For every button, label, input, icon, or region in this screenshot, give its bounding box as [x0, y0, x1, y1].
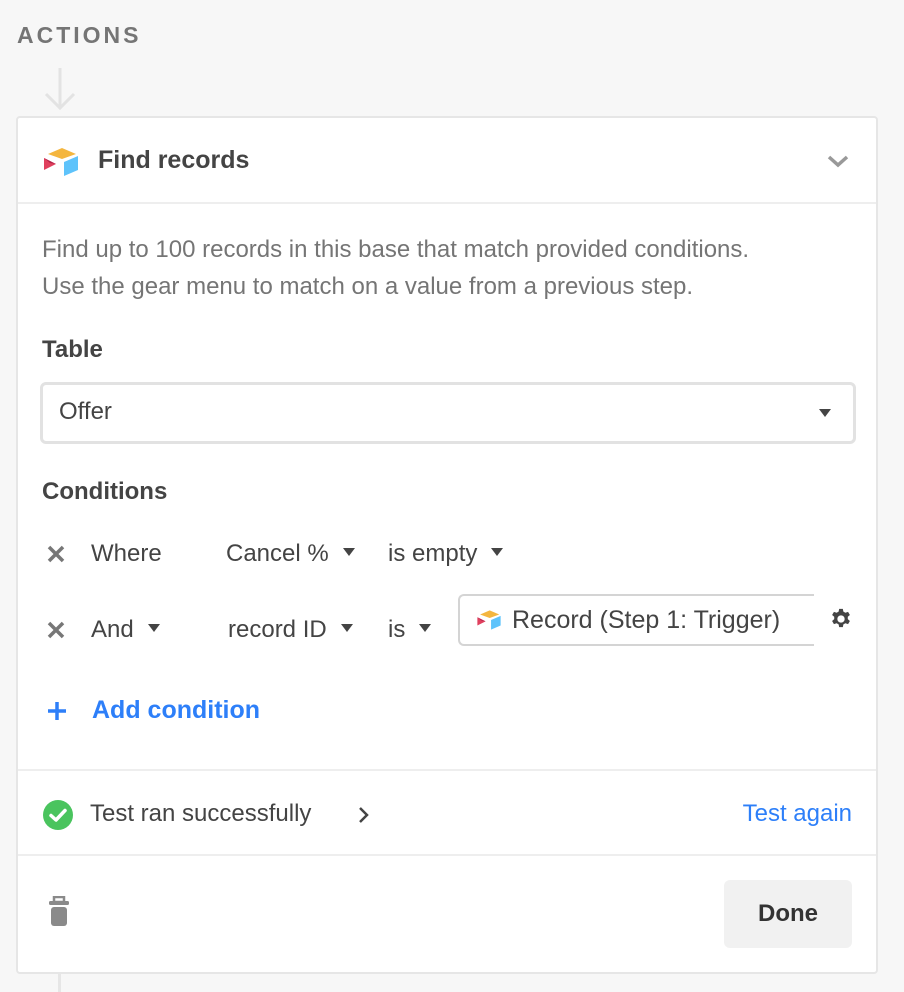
condition-operator-value: is empty [388, 540, 478, 567]
condition-operator-select[interactable]: is [388, 616, 432, 644]
table-select[interactable]: Offer [40, 382, 856, 444]
caret-down-icon [419, 623, 432, 632]
test-result-row: Test ran successfully Test again [18, 769, 876, 856]
remove-condition-icon[interactable] [44, 618, 68, 642]
condition-conjunction-value: And [91, 616, 134, 643]
action-card-header[interactable]: Find records [18, 118, 876, 204]
description-line: Use the gear menu to match on a value fr… [42, 273, 694, 300]
chevron-right-icon[interactable] [356, 805, 370, 825]
table-select-value: Offer [59, 398, 112, 425]
conditions-label: Conditions [42, 478, 168, 505]
condition-value-token[interactable]: Record (Step 1: Trigger) [458, 594, 814, 646]
test-status-link[interactable]: Test ran successfully [90, 800, 311, 828]
flow-arrow-icon [44, 68, 76, 111]
action-card: Find records Find up to 100 records in t… [16, 116, 878, 974]
condition-conjunction-select[interactable]: And [91, 616, 160, 644]
caret-down-icon [342, 547, 355, 556]
gear-icon[interactable] [830, 608, 852, 630]
condition-operator-value: is [388, 616, 406, 643]
condition-field-select[interactable]: record ID [228, 616, 353, 644]
action-footer: Done [18, 856, 876, 974]
condition-operator-select[interactable]: is empty [388, 540, 504, 568]
action-title: Find records [98, 146, 250, 174]
caret-down-icon [147, 623, 160, 632]
trash-icon[interactable] [48, 896, 70, 926]
remove-condition-icon[interactable] [44, 542, 68, 566]
action-description: Find up to 100 records in this base that… [42, 231, 862, 305]
condition-field-select[interactable]: Cancel % [226, 540, 355, 568]
done-button[interactable]: Done [724, 880, 852, 948]
airtable-logo-icon [477, 610, 501, 630]
caret-down-icon [491, 547, 504, 556]
description-line: Find up to 100 records in this base that… [42, 236, 750, 263]
chevron-down-icon[interactable] [826, 152, 850, 170]
condition-row: Where Cancel % is empty [18, 536, 876, 576]
condition-field-value: record ID [228, 616, 327, 643]
condition-value-text: Record (Step 1: Trigger) [512, 606, 781, 634]
condition-conjunction: Where [91, 540, 162, 567]
flow-connector [58, 973, 61, 992]
add-condition-label: Add condition [92, 696, 261, 724]
condition-field-value: Cancel % [226, 540, 329, 567]
plus-icon [48, 702, 66, 720]
caret-down-icon [340, 623, 353, 632]
table-label: Table [42, 336, 103, 363]
section-label: ACTIONS [17, 22, 142, 48]
caret-down-icon [819, 409, 831, 417]
condition-row: And record ID is Record (Step 1: Trigger… [18, 594, 876, 652]
airtable-logo-icon [44, 148, 78, 176]
test-again-button[interactable]: Test again [743, 800, 852, 828]
check-circle-icon [43, 800, 73, 830]
